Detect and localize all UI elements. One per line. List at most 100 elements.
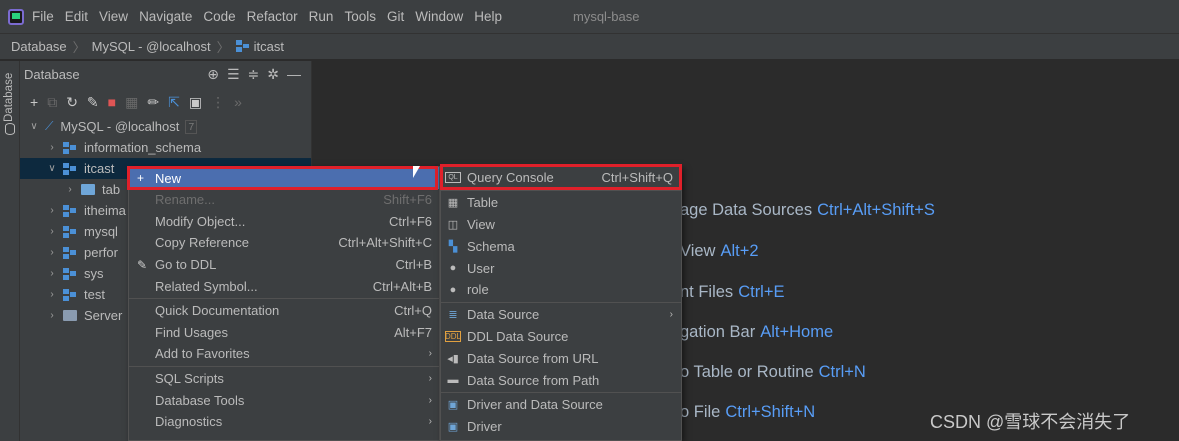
schema-icon [63,246,77,259]
sub-data-source-path[interactable]: ▬ Data Source from Path [441,369,681,391]
sub-driver-and-data-source[interactable]: ▣ Driver and Data Source [441,394,681,416]
chevron-right-icon[interactable]: › [46,310,58,321]
hint-goto-table: o Table or Routine Ctrl+N [680,363,866,381]
tree-label: test [84,287,105,302]
sub-data-source-url[interactable]: ◂▮ Data Source from URL [441,347,681,369]
jump-icon[interactable]: ⇱ [168,94,180,111]
schema-icon [63,204,77,217]
chevron-right-icon[interactable]: › [46,289,58,300]
sub-table[interactable]: ▦ Table [441,192,681,214]
tree-row-datasource[interactable]: ∨ ⟋ MySQL - @localhost 7 [20,116,311,137]
menu-window[interactable]: Window [415,9,463,24]
database-tool-tab[interactable]: Database [3,69,15,125]
ctx-sql-scripts[interactable]: SQL Scripts › [129,368,439,390]
schema-icon [63,288,77,301]
chevron-right-icon[interactable]: › [46,142,58,153]
hint-recent-files: nt Files Ctrl+E [680,283,785,301]
pencil-icon[interactable]: ✏ [147,94,159,111]
add-icon[interactable]: + [30,94,38,110]
hint-database-view: View Alt+2 [680,242,759,260]
ctx-add-to-favorites[interactable]: Add to Favorites › [129,343,439,365]
sub-role[interactable]: ● role [441,279,681,301]
ctx-modify-object[interactable]: Modify Object... Ctrl+F6 [129,211,439,233]
menu-divider [441,301,681,303]
chevron-down-icon[interactable]: ∨ [28,121,40,132]
sub-ddl-data-source[interactable]: DDL DDL Data Source [441,326,681,348]
console-icon[interactable]: ▣ [189,94,202,111]
hint-manage-data-sources: age Data Sources Ctrl+Alt+Shift+S [680,201,935,219]
folder-icon [81,184,95,195]
breadcrumb-item-mysql[interactable]: MySQL - @localhost [92,39,211,54]
refresh-icon[interactable]: ↻ [66,94,78,111]
driver-icon: ▣ [447,399,459,412]
pencil-icon: ✎ [137,257,148,272]
sub-data-source[interactable]: ≣ Data Source › [441,304,681,326]
tree-label: Server [84,308,123,323]
tree-label: perfor [84,245,118,260]
ctx-go-to-ddl[interactable]: ✎ Go to DDL Ctrl+B [129,254,439,276]
expand-all-icon[interactable]: ≑ [248,66,260,83]
edit-schema-icon[interactable]: ✎ [87,94,99,111]
chevron-right-icon[interactable]: › [64,184,76,195]
ctx-new[interactable]: + New [129,167,439,189]
tree-label: mysql [84,224,118,239]
crosshair-icon[interactable]: ⊕ [207,66,219,83]
menu-tools[interactable]: Tools [344,9,376,24]
folder-icon: ▬ [447,374,459,387]
ctx-diagnostics[interactable]: Diagnostics › [129,411,439,433]
schema-icon [235,40,250,53]
menu-git[interactable]: Git [387,9,404,24]
sub-driver[interactable]: ▣ Driver [441,416,681,438]
menu-refactor[interactable]: Refactor [247,9,298,24]
minimize-icon[interactable]: — [287,66,301,83]
menu-help[interactable]: Help [474,9,502,24]
chevron-right-icon[interactable]: › [46,247,58,258]
watermark: CSDN @雪球不会消失了 [930,412,1131,432]
tree-label: MySQL - @localhost [60,119,180,134]
ctx-related-symbol[interactable]: Related Symbol... Ctrl+Alt+B [129,275,439,297]
collapse-all-icon[interactable]: ☰ [227,66,240,83]
ctx-quick-documentation[interactable]: Quick Documentation Ctrl+Q [129,300,439,322]
sub-schema[interactable]: ▚ Schema [441,235,681,257]
breadcrumb-item-database[interactable]: Database [11,39,67,54]
ctx-database-tools[interactable]: Database Tools › [129,389,439,411]
menu-navigate[interactable]: Navigate [139,9,192,24]
chevron-right-icon: › [428,416,432,428]
menu-edit[interactable]: Edit [65,9,88,24]
menu-code[interactable]: Code [203,9,235,24]
tree-row-schema[interactable]: › information_schema [20,137,311,158]
menu-run[interactable]: Run [309,9,334,24]
panel-title: Database [24,67,80,82]
more-icon[interactable]: » [234,94,242,110]
table-icon[interactable]: ▦ [125,94,138,111]
tree-label: tab [102,182,121,197]
ctx-copy-reference[interactable]: Copy Reference Ctrl+Alt+Shift+C [129,232,439,254]
chevron-right-icon[interactable]: › [46,226,58,237]
breadcrumb-item-itcast[interactable]: itcast [254,39,284,54]
sub-query-console[interactable]: QL Query Console Ctrl+Shift+Q [441,167,681,189]
gear-icon[interactable]: ✲ [267,66,279,83]
new-submenu: QL Query Console Ctrl+Shift+Q ▦ Table ◫ Vie… [440,166,682,441]
chevron-right-icon: › [428,348,432,360]
schema-icon [63,162,77,175]
menu-file[interactable]: File [32,9,54,24]
schema-count-badge: 7 [185,119,198,134]
plus-icon: + [137,171,145,185]
menu-divider [441,189,681,191]
ctx-rename[interactable]: Rename... Shift+F6 [129,189,439,211]
sub-view[interactable]: ◫ View [441,214,681,236]
driver-icon: ▣ [447,421,459,434]
hint-navigation-bar: gation Bar Alt+Home [680,323,834,341]
stop-icon[interactable]: ■ [108,94,116,110]
project-title: mysql-base [573,9,640,24]
chevron-right-icon[interactable]: › [46,268,58,279]
sub-user[interactable]: ● User [441,257,681,279]
chevron-down-icon[interactable]: ∨ [46,163,58,174]
ctx-find-usages[interactable]: Find Usages Alt+F7 [129,322,439,344]
chevron-right-icon[interactable]: › [46,205,58,216]
tree-label: itheima [84,203,126,218]
copy-icon[interactable]: ⧉ [47,94,57,111]
menu-view[interactable]: View [99,9,128,24]
filter-icon[interactable]: ⋮ [211,94,225,111]
app-icon [8,8,24,25]
